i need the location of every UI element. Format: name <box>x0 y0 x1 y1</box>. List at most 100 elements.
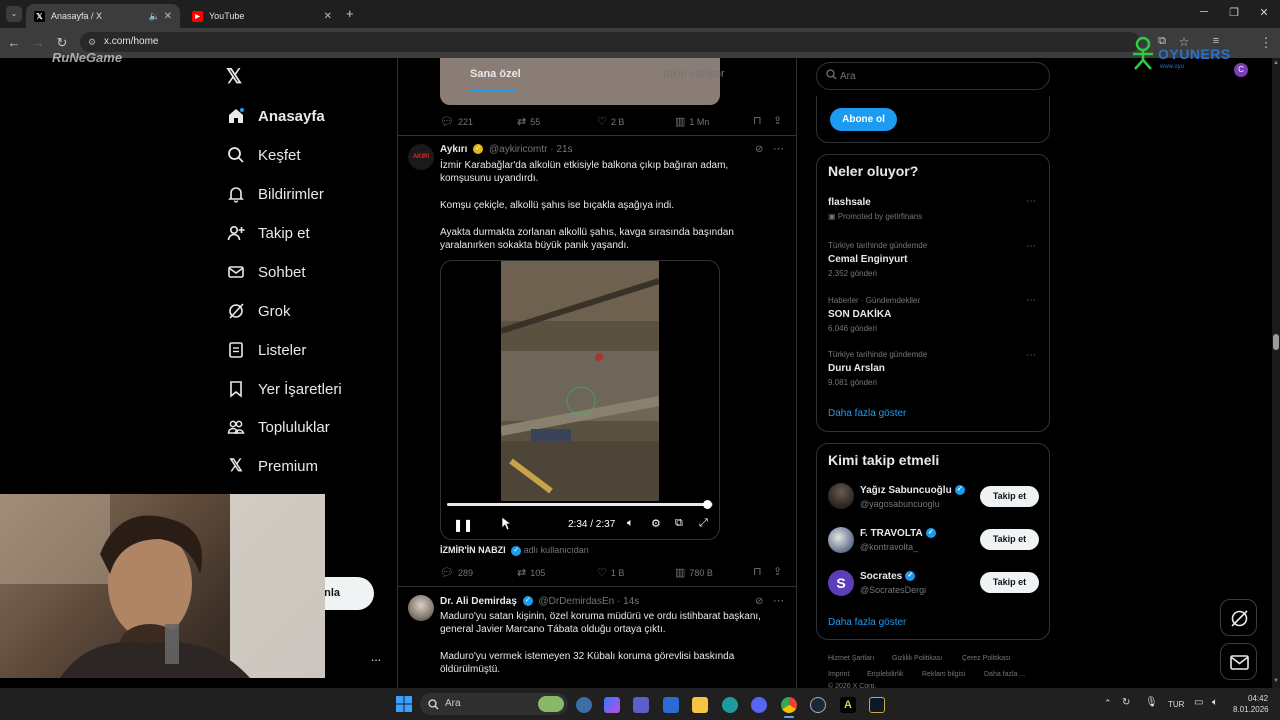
tray-sync-icon[interactable]: ↻ <box>1122 697 1130 708</box>
maximize-icon[interactable]: ❐ <box>1224 6 1244 19</box>
app-lol-icon[interactable] <box>869 697 885 713</box>
nav-chat[interactable]: Sohbet <box>226 257 306 287</box>
pip-icon[interactable]: ⧉ <box>675 517 683 530</box>
video-progress-track[interactable] <box>447 500 713 509</box>
audio-icon[interactable]: 🔈 <box>149 11 160 22</box>
tweet-time[interactable]: 14s <box>623 596 639 607</box>
steam-icon[interactable] <box>810 697 826 713</box>
trend-title[interactable]: SON DAKİKA <box>828 309 891 320</box>
footer-link[interactable]: Reklam bilgisi <box>922 671 965 678</box>
footer-link[interactable]: Çerez Politikası <box>962 655 1011 662</box>
source-name[interactable]: İZMİR'İN NABZI <box>440 545 506 555</box>
close-tab-icon[interactable]: ✕ <box>324 11 332 22</box>
tab-x-home[interactable]: 𝕏 Anasayfa / X 🔈 ✕ <box>26 4 180 28</box>
show-more-link[interactable]: Daha fazla göster <box>828 408 906 419</box>
grok-fab[interactable] <box>1220 599 1257 636</box>
nav-grok[interactable]: Grok <box>226 296 291 326</box>
views-action[interactable]: ▥ 1 Mn <box>675 115 709 128</box>
teams-icon[interactable] <box>633 697 649 713</box>
reply-action[interactable]: 💬︎ 221 <box>440 115 473 128</box>
bookmark-action[interactable]: ⊓ <box>753 114 766 127</box>
tab-following[interactable]: Takip ediliyor <box>661 68 725 80</box>
close-tab-icon[interactable]: ✕ <box>164 11 172 22</box>
edge-icon[interactable] <box>722 697 738 713</box>
reload-icon[interactable]: ↻ <box>54 35 70 51</box>
network-icon[interactable]: ▭ <box>1194 697 1203 708</box>
tweet-more-icon[interactable]: ⋯ <box>773 142 784 155</box>
settings-icon[interactable]: ⚙ <box>651 517 661 530</box>
menu-kebab-icon[interactable]: ⋮ <box>1258 35 1274 51</box>
author-name[interactable]: Dr. Ali Demirdaş <box>440 596 517 607</box>
show-more-link[interactable]: Daha fazla göster <box>828 617 906 628</box>
avatar[interactable]: AKIRI <box>408 144 434 170</box>
share-action[interactable]: ⇪ <box>773 565 786 578</box>
nav-lists[interactable]: Listeler <box>226 335 306 365</box>
chrome-icon[interactable] <box>781 697 797 713</box>
new-tab-button[interactable]: + <box>346 6 354 21</box>
repost-action[interactable]: ⇄ 55 <box>517 115 540 128</box>
reply-action[interactable]: 💬︎ 289 <box>440 566 473 579</box>
nav-notifications[interactable]: Bildirimler <box>226 179 324 209</box>
like-action[interactable]: ♡ 2 B <box>597 115 624 128</box>
follow-button[interactable]: Takip et <box>980 529 1039 550</box>
trend-title[interactable]: Cemal Enginyurt <box>828 254 907 265</box>
clock-time[interactable]: 04:42 <box>1248 694 1268 703</box>
trend-title[interactable]: flashsale <box>828 197 871 208</box>
app-a-icon[interactable]: A <box>840 697 856 713</box>
tweet-more-icon[interactable]: ⋯ <box>773 594 784 607</box>
grok-icon[interactable]: ⊘ <box>755 144 763 155</box>
tab-for-you[interactable]: Sana özel <box>470 68 521 80</box>
more-options-icon[interactable]: ... <box>371 650 381 664</box>
views-action[interactable]: ▥ 780 B <box>675 566 713 579</box>
search-box[interactable]: Ara <box>816 62 1050 90</box>
volume-icon[interactable]: 🔈︎ <box>627 517 634 530</box>
nav-bookmarks[interactable]: Yer İşaretleri <box>226 374 342 404</box>
footer-link[interactable]: Imprint <box>828 671 849 678</box>
avatar[interactable] <box>828 483 854 509</box>
trend-more-icon[interactable]: ⋯ <box>1026 350 1036 361</box>
repost-action[interactable]: ⇄ 105 <box>517 566 545 579</box>
like-action[interactable]: ♡ 1 B <box>597 566 624 579</box>
trend-title[interactable]: Duru Arslan <box>828 363 885 374</box>
follow-name-row[interactable]: F. TRAVOLTA ✓ <box>860 528 936 539</box>
tweet-time[interactable]: 21s <box>556 144 572 155</box>
follow-name-row[interactable]: Yağız Sabuncuoğlu ✓ <box>860 485 965 496</box>
nav-home[interactable]: Anasayfa <box>226 101 325 131</box>
footer-link[interactable]: Gizlilik Politikası <box>892 655 942 662</box>
subscribe-button[interactable]: Abone ol <box>830 108 897 131</box>
discord-icon[interactable] <box>751 697 767 713</box>
site-info-icon[interactable]: ⚙ <box>88 32 96 52</box>
start-button[interactable] <box>396 696 412 712</box>
back-icon[interactable]: ← <box>6 35 22 50</box>
copilot-icon[interactable] <box>604 697 620 713</box>
clock-date[interactable]: 8.01.2026 <box>1233 705 1269 714</box>
fullscreen-icon[interactable]: ⤢ <box>699 517 708 530</box>
follow-button[interactable]: Takip et <box>980 572 1039 593</box>
volume-icon[interactable]: 🔈︎ <box>1212 697 1218 708</box>
author-name[interactable]: Aykırı <box>440 144 467 155</box>
footer-link[interactable]: Hizmet Şartları <box>828 655 874 662</box>
bookmark-action[interactable]: ⊓ <box>753 565 766 578</box>
grok-icon[interactable]: ⊘ <box>755 596 763 607</box>
file-explorer-icon[interactable] <box>692 697 708 713</box>
task-view-icon[interactable] <box>576 697 592 713</box>
avatar[interactable] <box>408 595 434 621</box>
scroll-thumb[interactable] <box>1273 334 1279 350</box>
footer-link[interactable]: Daha fazla ... <box>984 671 1025 678</box>
trend-more-icon[interactable]: ⋯ <box>1026 196 1036 207</box>
address-bar[interactable]: ⚙ x.com/home <box>80 32 1140 52</box>
tray-chevron-icon[interactable]: ⌃ <box>1104 698 1112 709</box>
share-action[interactable]: ⇪ <box>773 114 786 127</box>
trend-more-icon[interactable]: ⋯ <box>1026 241 1036 252</box>
nav-premium[interactable]: 𝕏 Premium <box>226 451 318 481</box>
avatar[interactable] <box>828 527 854 553</box>
page-scrollbar[interactable]: ▲ ▼ <box>1272 58 1280 688</box>
nav-communities[interactable]: Topluluklar <box>226 412 330 442</box>
messages-fab[interactable] <box>1220 643 1257 680</box>
video-progress-knob[interactable] <box>703 500 713 509</box>
follow-button[interactable]: Takip et <box>980 486 1039 507</box>
tray-mic-icon[interactable]: 🎙︎ <box>1145 697 1158 708</box>
author-handle[interactable]: @aykiricomtr <box>489 144 548 155</box>
author-handle[interactable]: @DrDemirdasEn <box>538 596 614 607</box>
taskbar-search[interactable]: Ara <box>420 693 568 715</box>
